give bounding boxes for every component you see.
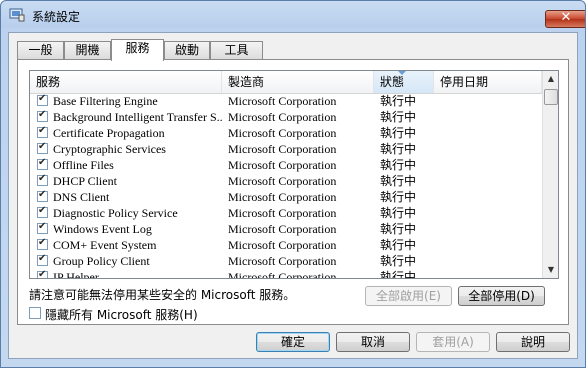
service-status: 執行中 xyxy=(380,238,417,252)
service-name: Diagnostic Policy Service xyxy=(53,206,178,220)
service-name: Certificate Propagation xyxy=(53,126,165,140)
service-status: 執行中 xyxy=(380,142,417,156)
close-icon: ✕ xyxy=(560,10,572,25)
column-disabled-date[interactable]: 停用日期 xyxy=(434,71,542,93)
column-status-label: 狀態 xyxy=(380,75,405,89)
tab-startup[interactable]: 啟動 xyxy=(164,41,210,59)
service-name: Offline Files xyxy=(53,158,114,172)
services-list: 服務 製造商 狀態 停用日期 Base Filtering Engine Micr… xyxy=(29,70,559,279)
disable-all-button[interactable]: 全部停用(D) xyxy=(458,286,545,306)
service-checkbox[interactable] xyxy=(37,221,48,234)
help-button[interactable]: 說明 xyxy=(496,332,570,352)
system-configuration-window: 系統設定 ✕ 一般 開機 服務 啟動 工具 服務 製造商 狀態 停用日期 ✔ B… xyxy=(0,0,586,368)
service-maker: Microsoft Corporation xyxy=(228,238,337,252)
service-status: 執行中 xyxy=(380,174,417,188)
service-checkbox[interactable] xyxy=(37,141,48,154)
service-status: 執行中 xyxy=(380,254,417,268)
service-checkbox[interactable] xyxy=(37,157,48,170)
tab-boot[interactable]: 開機 xyxy=(64,41,111,59)
table-row[interactable]: COM+ Event System Microsoft Corporation 執行… xyxy=(30,237,542,253)
list-header: 服務 製造商 狀態 停用日期 xyxy=(30,71,542,94)
system-config-icon xyxy=(9,8,25,22)
service-name: DNS Client xyxy=(53,190,110,204)
service-maker: Microsoft Corporation xyxy=(228,142,337,156)
table-row[interactable]: Offline Files Microsoft Corporation 執行中 xyxy=(30,157,542,173)
service-rows: Base Filtering Engine Microsoft Corporati… xyxy=(30,93,542,279)
service-status: 執行中 xyxy=(380,270,417,279)
table-row[interactable]: Base Filtering Engine Microsoft Corporati… xyxy=(30,93,542,109)
service-name: IP Helper xyxy=(53,270,99,279)
dialog-client: 一般 開機 服務 啟動 工具 服務 製造商 狀態 停用日期 Base Filte… xyxy=(8,32,578,359)
hide-microsoft-label: 隱藏所有 Microsoft 服務(H) xyxy=(45,308,198,322)
table-row[interactable]: DNS Client Microsoft Corporation 執行中 xyxy=(30,189,542,205)
title-bar: 系統設定 ✕ xyxy=(1,1,585,29)
vertical-scrollbar[interactable]: ▲ ▼ xyxy=(542,71,558,278)
hide-microsoft-checkbox[interactable] xyxy=(29,307,41,319)
close-button[interactable]: ✕ xyxy=(545,10,585,28)
table-row[interactable]: Group Policy Client Microsoft Corporation… xyxy=(30,253,542,269)
table-row[interactable]: IP Helper Microsoft Corporation 執行中 xyxy=(30,269,542,279)
service-maker: Microsoft Corporation xyxy=(228,110,337,124)
service-maker: Microsoft Corporation xyxy=(228,222,337,236)
scrollbar-thumb[interactable] xyxy=(544,89,558,105)
service-name: Base Filtering Engine xyxy=(53,94,158,108)
service-status: 執行中 xyxy=(380,158,417,172)
service-name: DHCP Client xyxy=(53,174,117,188)
service-checkbox[interactable] xyxy=(37,205,48,218)
services-panel: 服務 製造商 狀態 停用日期 Base Filtering Engine Micr… xyxy=(17,59,569,325)
sort-arrow-icon xyxy=(398,71,406,75)
ok-button[interactable]: 確定 xyxy=(256,332,330,352)
service-name: Background Intelligent Transfer S... xyxy=(53,110,222,124)
table-row[interactable]: Diagnostic Policy Service Microsoft Corpo… xyxy=(30,205,542,221)
table-row[interactable]: Windows Event Log Microsoft Corporation 執行… xyxy=(30,221,542,237)
service-maker: Microsoft Corporation xyxy=(228,126,337,140)
apply-button[interactable]: 套用(A) xyxy=(416,332,490,352)
table-row[interactable]: Cryptographic Services Microsoft Corporat… xyxy=(30,141,542,157)
service-status: 執行中 xyxy=(380,190,417,204)
tab-services[interactable]: 服務 xyxy=(111,39,164,61)
service-maker: Microsoft Corporation xyxy=(228,158,337,172)
column-service[interactable]: 服務 xyxy=(30,71,222,93)
column-maker[interactable]: 製造商 xyxy=(222,71,374,93)
service-name: COM+ Event System xyxy=(53,238,157,252)
service-checkbox[interactable] xyxy=(37,125,48,138)
service-checkbox[interactable] xyxy=(37,253,48,266)
window-title: 系統設定 xyxy=(32,10,81,24)
service-maker: Microsoft Corporation xyxy=(228,94,337,108)
service-name: Windows Event Log xyxy=(53,222,152,236)
service-maker: Microsoft Corporation xyxy=(228,270,337,279)
service-maker: Microsoft Corporation xyxy=(228,254,337,268)
service-maker: Microsoft Corporation xyxy=(228,174,337,188)
service-checkbox[interactable] xyxy=(37,237,48,250)
column-status[interactable]: 狀態 xyxy=(374,71,434,93)
scroll-down-icon[interactable]: ▼ xyxy=(543,262,558,278)
service-checkbox[interactable] xyxy=(37,173,48,186)
table-row[interactable]: DHCP Client Microsoft Corporation 執行中 xyxy=(30,173,542,189)
tab-tools[interactable]: 工具 xyxy=(210,41,263,59)
service-status: 執行中 xyxy=(380,126,417,140)
service-maker: Microsoft Corporation xyxy=(228,190,337,204)
tab-general[interactable]: 一般 xyxy=(17,41,64,59)
service-checkbox[interactable] xyxy=(37,109,48,122)
service-status: 執行中 xyxy=(380,110,417,124)
table-row[interactable]: Background Intelligent Transfer S... Micr… xyxy=(30,109,542,125)
service-status: 執行中 xyxy=(380,222,417,236)
table-row[interactable]: Certificate Propagation Microsoft Corpora… xyxy=(30,125,542,141)
cancel-button[interactable]: 取消 xyxy=(336,332,410,352)
enable-all-button[interactable]: 全部啟用(E) xyxy=(365,286,452,306)
security-note: 請注意可能無法停用某些安全的 Microsoft 服務。 xyxy=(29,288,296,302)
service-name: Group Policy Client xyxy=(53,254,150,268)
service-checkbox[interactable] xyxy=(37,93,48,106)
service-name: Cryptographic Services xyxy=(53,142,166,156)
scroll-up-icon[interactable]: ▲ xyxy=(543,71,558,87)
service-status: 執行中 xyxy=(380,94,417,108)
service-maker: Microsoft Corporation xyxy=(228,206,337,220)
service-checkbox[interactable] xyxy=(37,189,48,202)
service-status: 執行中 xyxy=(380,206,417,220)
service-checkbox[interactable] xyxy=(37,269,48,278)
